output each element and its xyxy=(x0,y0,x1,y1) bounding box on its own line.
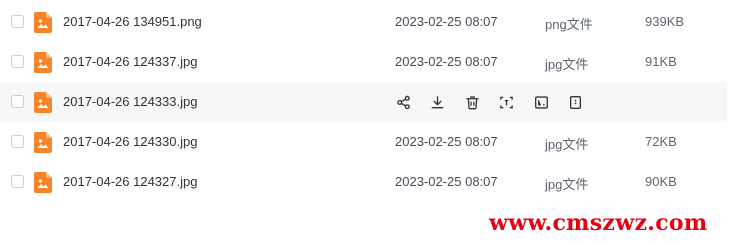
file-list: 2017-04-26 134951.png 2023-02-25 08:07 p… xyxy=(0,2,727,202)
file-name[interactable]: 2017-04-26 124327.jpg xyxy=(63,174,197,189)
file-row-hovered[interactable]: 2017-04-26 124333.jpg xyxy=(0,82,727,122)
file-name[interactable]: 2017-04-26 124333.jpg xyxy=(63,94,197,109)
file-type: jpg文件 xyxy=(545,57,589,72)
file-size: 91KB xyxy=(645,54,677,69)
file-row[interactable]: 2017-04-26 124330.jpg 2023-02-25 08:07 j… xyxy=(0,122,727,162)
row-checkbox[interactable] xyxy=(11,95,24,108)
file-name[interactable]: 2017-04-26 124337.jpg xyxy=(63,54,197,69)
file-type: jpg文件 xyxy=(545,177,589,192)
share-icon[interactable] xyxy=(394,93,412,111)
image-file-icon xyxy=(34,12,52,33)
row-checkbox[interactable] xyxy=(11,55,24,68)
image-file-icon xyxy=(34,92,52,113)
file-row[interactable]: 2017-04-26 124327.jpg 2023-02-25 08:07 j… xyxy=(0,162,727,202)
file-modified-time: 2023-02-25 08:07 xyxy=(395,54,498,69)
image-file-icon xyxy=(34,132,52,153)
more-icon[interactable] xyxy=(567,93,585,111)
file-type: png文件 xyxy=(545,17,593,32)
file-row[interactable]: 2017-04-26 134951.png 2023-02-25 08:07 p… xyxy=(0,2,727,42)
file-name[interactable]: 2017-04-26 124330.jpg xyxy=(63,134,197,149)
row-hover-actions xyxy=(394,93,601,111)
file-browser: 2017-04-26 134951.png 2023-02-25 08:07 p… xyxy=(0,0,743,244)
scan-icon[interactable] xyxy=(498,93,516,111)
watermark-text: www.cmszwz.com xyxy=(489,210,708,236)
row-checkbox[interactable] xyxy=(11,175,24,188)
file-modified-time: 2023-02-25 08:07 xyxy=(395,134,498,149)
text-extract-icon[interactable] xyxy=(532,93,550,111)
row-checkbox[interactable] xyxy=(11,15,24,28)
file-type: jpg文件 xyxy=(545,137,589,152)
download-icon[interactable] xyxy=(429,93,447,111)
file-size: 939KB xyxy=(645,14,685,29)
file-size: 90KB xyxy=(645,174,677,189)
row-checkbox[interactable] xyxy=(11,135,24,148)
file-row[interactable]: 2017-04-26 124337.jpg 2023-02-25 08:07 j… xyxy=(0,42,727,82)
file-name[interactable]: 2017-04-26 134951.png xyxy=(63,14,202,29)
image-file-icon xyxy=(34,172,52,193)
file-modified-time: 2023-02-25 08:07 xyxy=(395,14,498,29)
image-file-icon xyxy=(34,52,52,73)
file-modified-time: 2023-02-25 08:07 xyxy=(395,174,498,189)
file-size: 72KB xyxy=(645,134,677,149)
delete-icon[interactable] xyxy=(463,93,481,111)
